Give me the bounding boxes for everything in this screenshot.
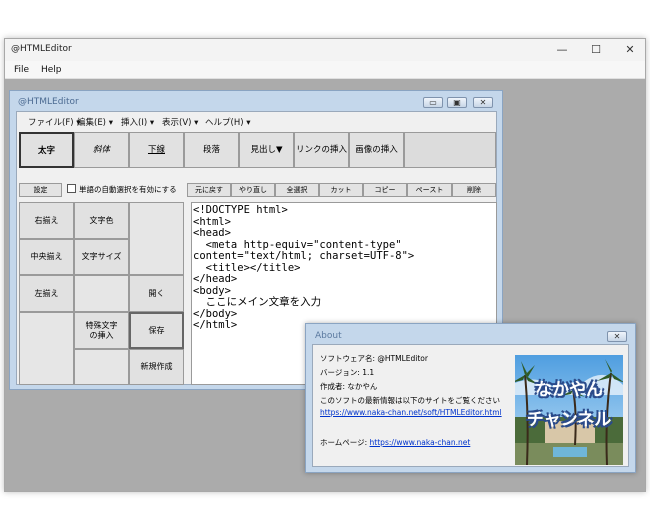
insert-image-button[interactable]: 画像の挿入 bbox=[349, 132, 404, 168]
menu-bar: File Help bbox=[5, 61, 645, 79]
blank-button bbox=[19, 312, 74, 385]
italic-button[interactable]: 斜体 bbox=[74, 132, 129, 168]
homepage-link[interactable]: https://www.naka-chan.net bbox=[370, 438, 471, 447]
channel-logo-image: なかやん チャンネル bbox=[515, 355, 623, 465]
heading-button[interactable]: 見出し▼ bbox=[239, 132, 294, 168]
close-button[interactable]: ✕ bbox=[613, 39, 647, 61]
new-file-button[interactable]: 新規作成 bbox=[129, 349, 184, 385]
undo-button[interactable]: 元に戻す bbox=[187, 183, 231, 197]
logo-text-top: なかやん bbox=[535, 380, 603, 400]
menu-file-jp[interactable]: ファイル(F) ▾ bbox=[28, 116, 81, 128]
editor-maximize-button[interactable]: ▣ bbox=[447, 97, 467, 108]
align-center-button[interactable]: 中央揃え bbox=[19, 239, 74, 275]
version-text: バージョン: 1.1 bbox=[320, 368, 375, 377]
auto-select-checkbox[interactable] bbox=[67, 184, 76, 193]
window-title-bar[interactable]: @HTMLEditor — ☐ ✕ bbox=[5, 39, 645, 61]
homepage-label: ホームページ: bbox=[320, 438, 370, 447]
text-color-button[interactable]: 文字色 bbox=[74, 202, 129, 239]
insert-link-button[interactable]: リンクの挿入 bbox=[294, 132, 349, 168]
copy-button[interactable]: コピー bbox=[363, 183, 407, 197]
auto-select-label: 単語の自動選択を有効にする bbox=[79, 185, 177, 194]
underline-button[interactable]: 下線 bbox=[129, 132, 184, 168]
redo-button[interactable]: やり直し bbox=[231, 183, 275, 197]
paragraph-button[interactable]: 段落 bbox=[184, 132, 239, 168]
window-title: @HTMLEditor bbox=[11, 44, 72, 54]
about-close-button[interactable]: ✕ bbox=[607, 331, 627, 342]
save-button[interactable]: 保存 bbox=[129, 312, 184, 349]
menu-view-jp[interactable]: 表示(V) ▾ bbox=[162, 116, 198, 128]
update-url-link[interactable]: https://www.naka-chan.net/soft/HTMLEdito… bbox=[320, 408, 502, 417]
menu-help[interactable]: Help bbox=[41, 65, 62, 75]
select-all-button[interactable]: 全選択 bbox=[275, 183, 319, 197]
update-info-text: このソフトの最新情報は以下のサイトをご覧ください bbox=[320, 396, 500, 405]
special-char-button[interactable]: 特殊文字の挿入 bbox=[74, 312, 129, 349]
editor-close-button[interactable]: ✕ bbox=[473, 97, 493, 108]
editor-minimize-button[interactable]: ▭ bbox=[423, 97, 443, 108]
menu-insert-jp[interactable]: 挿入(I) ▾ bbox=[121, 116, 154, 128]
editor-title: @HTMLEditor bbox=[18, 97, 79, 107]
toolbar-filler bbox=[404, 132, 496, 168]
about-title: About bbox=[315, 331, 342, 341]
about-dialog: About ✕ ソフトウェア名: @HTMLEditor バージョン: 1.1 … bbox=[305, 323, 636, 473]
align-left-button[interactable]: 左揃え bbox=[19, 275, 74, 312]
author-text: 作成者: なかやん bbox=[320, 382, 378, 391]
menu-help-jp[interactable]: ヘルプ(H) ▾ bbox=[205, 116, 251, 128]
about-client-area: ソフトウェア名: @HTMLEditor バージョン: 1.1 作成者: なかや… bbox=[312, 344, 629, 467]
align-right-button[interactable]: 右揃え bbox=[19, 202, 74, 239]
software-name: ソフトウェア名: @HTMLEditor bbox=[320, 354, 428, 363]
blank-button bbox=[74, 349, 129, 385]
editor-menu-bar: ファイル(F) ▾ 編集(E) ▾ 挿入(I) ▾ 表示(V) ▾ ヘルプ(H)… bbox=[17, 112, 496, 130]
delete-button[interactable]: 削除 bbox=[452, 183, 496, 197]
settings-button[interactable]: 設定 bbox=[19, 183, 62, 197]
logo-text-bottom: チャンネル bbox=[526, 410, 612, 430]
text-size-button[interactable]: 文字サイズ bbox=[74, 239, 129, 275]
menu-edit-jp[interactable]: 編集(E) ▾ bbox=[77, 116, 113, 128]
cut-button[interactable]: カット bbox=[319, 183, 363, 197]
editor-title-bar[interactable]: @HTMLEditor ▭ ▣ ✕ bbox=[10, 91, 502, 111]
paste-button[interactable]: ペースト bbox=[407, 183, 452, 197]
minimize-button[interactable]: — bbox=[545, 39, 579, 61]
bold-button[interactable]: 太字 bbox=[19, 132, 74, 168]
blank-button bbox=[129, 202, 184, 275]
menu-file[interactable]: File bbox=[14, 65, 29, 75]
blank-button bbox=[74, 275, 129, 312]
homepage-row: ホームページ: https://www.naka-chan.net bbox=[320, 437, 470, 448]
open-button[interactable]: 開く bbox=[129, 275, 184, 312]
maximize-button[interactable]: ☐ bbox=[579, 39, 613, 61]
